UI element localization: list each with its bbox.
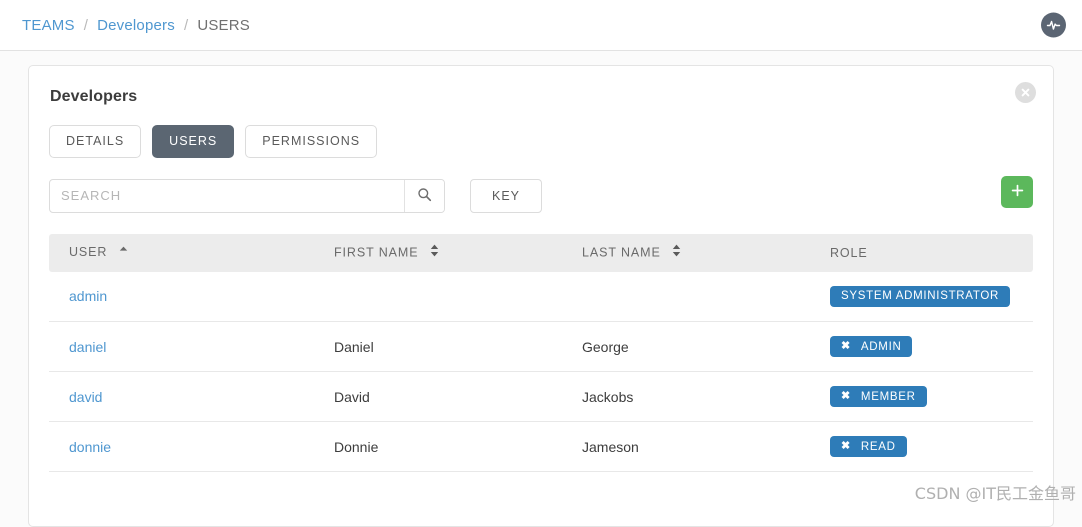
sort-both-icon bbox=[430, 244, 439, 260]
table-row: daniel Daniel George ✖ ADMIN bbox=[49, 321, 1033, 372]
cell-role: ✖ ADMIN bbox=[810, 321, 1033, 372]
breadcrumb-item-teams[interactable]: TEAMS bbox=[22, 17, 75, 34]
plus-icon bbox=[1010, 183, 1025, 201]
search-group bbox=[49, 178, 445, 213]
cell-role: ✖ MEMBER bbox=[810, 371, 1033, 422]
role-badge-label: ADMIN bbox=[860, 340, 902, 353]
cell-first-name: David bbox=[314, 371, 562, 422]
pulse-icon[interactable] bbox=[1041, 12, 1066, 38]
table-row: admin SYSTEM ADMINISTRATOR bbox=[49, 271, 1033, 322]
column-header-user[interactable]: USER bbox=[49, 233, 314, 272]
role-badge[interactable]: ✖ MEMBER bbox=[830, 386, 927, 407]
sort-asc-icon bbox=[119, 245, 128, 259]
table-row: david David Jackobs ✖ MEMBER bbox=[49, 371, 1033, 422]
column-header-role: ROLE bbox=[810, 233, 1033, 272]
tab-permissions[interactable]: PERMISSIONS bbox=[245, 125, 378, 158]
breadcrumb-item-users: USERS bbox=[197, 16, 250, 34]
page-body: Developers DETAILS USERS PERMISSIONS SEA… bbox=[0, 51, 1082, 527]
breadcrumb-separator: / bbox=[83, 16, 89, 34]
cell-first-name: Donnie bbox=[314, 421, 562, 472]
search-input[interactable] bbox=[50, 179, 404, 212]
user-link[interactable]: daniel bbox=[69, 339, 106, 355]
sort-both-icon bbox=[672, 244, 681, 260]
column-label-role: ROLE bbox=[830, 245, 868, 260]
remove-role-icon[interactable]: ✖ bbox=[841, 441, 851, 452]
role-badge[interactable]: SYSTEM ADMINISTRATOR bbox=[830, 285, 1010, 307]
user-link[interactable]: david bbox=[69, 389, 102, 405]
magnifier-icon bbox=[417, 187, 432, 205]
user-link[interactable]: admin bbox=[69, 288, 107, 304]
user-link[interactable]: donnie bbox=[69, 439, 111, 455]
tab-users[interactable]: USERS bbox=[152, 125, 235, 158]
cell-user: donnie bbox=[49, 421, 314, 472]
cell-last-name: George bbox=[562, 321, 810, 372]
toolbar: KEY bbox=[49, 175, 1033, 213]
cell-first-name: Daniel bbox=[314, 321, 562, 372]
cell-last-name: Jackobs bbox=[562, 371, 810, 422]
team-detail-card: Developers DETAILS USERS PERMISSIONS SEA… bbox=[28, 65, 1054, 527]
page-title: Developers bbox=[50, 88, 138, 105]
table-header-row: USER FIRST NAME LAST NAME ROLE bbox=[49, 233, 1033, 272]
cell-first-name bbox=[314, 271, 562, 322]
table-row: donnie Donnie Jameson ✖ READ bbox=[49, 421, 1033, 472]
cell-user: daniel bbox=[49, 321, 314, 372]
column-header-first-name[interactable]: FIRST NAME bbox=[314, 233, 562, 272]
tab-bar: DETAILS USERS PERMISSIONS bbox=[49, 125, 1033, 158]
role-badge-label: READ bbox=[860, 440, 896, 453]
remove-role-icon[interactable]: ✖ bbox=[841, 341, 851, 352]
cell-last-name bbox=[562, 271, 810, 322]
column-header-last-name[interactable]: LAST NAME bbox=[562, 233, 810, 272]
breadcrumb-item-developers[interactable]: Developers bbox=[97, 17, 175, 34]
role-badge-label: SYSTEM ADMINISTRATOR bbox=[841, 290, 999, 303]
cell-role: ✖ READ bbox=[810, 421, 1033, 472]
role-badge-label: MEMBER bbox=[860, 390, 916, 403]
cell-user: admin bbox=[49, 271, 314, 322]
close-circle-icon[interactable] bbox=[1015, 82, 1036, 103]
column-label-last-name: LAST NAME bbox=[582, 244, 661, 259]
cell-user: david bbox=[49, 371, 314, 422]
top-bar: TEAMS / Developers / USERS bbox=[0, 0, 1082, 51]
search-button[interactable] bbox=[404, 179, 444, 212]
column-label-user: USER bbox=[69, 245, 108, 260]
column-label-first-name: FIRST NAME bbox=[334, 244, 419, 259]
breadcrumb: TEAMS / Developers / USERS bbox=[22, 17, 250, 34]
add-user-button[interactable] bbox=[1001, 175, 1033, 208]
breadcrumb-separator: / bbox=[183, 16, 189, 34]
tab-details[interactable]: DETAILS bbox=[49, 125, 142, 158]
remove-role-icon[interactable]: ✖ bbox=[841, 391, 851, 402]
role-badge[interactable]: ✖ READ bbox=[830, 436, 907, 457]
users-table: USER FIRST NAME LAST NAME ROLE admin SYS… bbox=[49, 233, 1033, 472]
role-badge[interactable]: ✖ ADMIN bbox=[830, 336, 913, 357]
key-button[interactable]: KEY bbox=[470, 178, 543, 213]
cell-last-name: Jameson bbox=[562, 421, 810, 472]
cell-role: SYSTEM ADMINISTRATOR bbox=[810, 271, 1033, 322]
